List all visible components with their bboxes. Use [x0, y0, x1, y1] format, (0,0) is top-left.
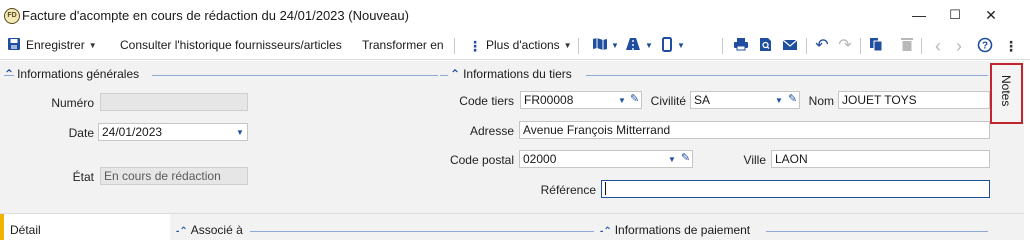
save-button[interactable]: Enregistrer ▼	[26, 38, 97, 52]
date-label: Date	[68, 126, 94, 140]
tab-detail[interactable]: Détail	[0, 214, 170, 240]
section-divider	[440, 75, 448, 76]
notes-tab-label: Notes	[999, 75, 1013, 107]
section-divider	[250, 231, 594, 232]
more-vertical-icon: ⋮	[468, 38, 482, 54]
chevron-down-icon[interactable]: ▼	[775, 96, 783, 105]
print-preview-icon[interactable]	[757, 37, 775, 55]
tab-detail-label: Détail	[10, 223, 41, 237]
date-value: 24/01/2023	[102, 125, 163, 139]
associe-title: Associé à	[190, 223, 243, 237]
civilite-field[interactable]: SA	[690, 91, 800, 109]
right-edge	[1024, 61, 1030, 240]
delete-icon[interactable]	[898, 37, 916, 55]
toolbar-separator	[722, 38, 723, 54]
civilite-label: Civilité	[650, 94, 686, 108]
save-icon[interactable]	[5, 37, 23, 55]
adresse-label: Adresse	[469, 124, 514, 138]
etat-field[interactable]: En cours de rédaction	[100, 167, 248, 185]
toolbar-separator	[806, 38, 807, 54]
general-section-title: Informations générales	[17, 67, 140, 81]
date-field[interactable]: 24/01/2023	[98, 123, 248, 141]
svg-text:?: ?	[982, 41, 988, 52]
tiers-section-header[interactable]: ⌃ Informations du tiers	[450, 67, 572, 81]
window-title: Facture d'acompte en cours de rédaction …	[22, 8, 409, 23]
chevron-down-icon[interactable]: ▼	[672, 37, 690, 55]
chevron-down-icon[interactable]: ▼	[618, 96, 626, 105]
undo-icon[interactable]: ↶	[813, 37, 831, 55]
section-divider	[586, 75, 988, 76]
previous-icon[interactable]: ‹	[929, 37, 947, 55]
ville-label: Ville	[743, 153, 766, 167]
reference-label: Référence	[540, 183, 596, 197]
chevron-down-icon[interactable]: ▼	[236, 128, 244, 137]
maximize-button[interactable]: ☐	[940, 4, 970, 26]
redo-icon[interactable]: ↷	[836, 37, 854, 55]
toolbar-separator	[860, 38, 861, 54]
left-panel: Détail	[0, 213, 170, 240]
chevron-down-icon[interactable]: ▼	[640, 37, 658, 55]
menu-vertical-icon[interactable]: ⋮	[1002, 37, 1020, 55]
more-actions-button[interactable]: Plus d'actions ▼	[486, 38, 572, 52]
title-bar: FD Facture d'acompte en cours de rédacti…	[0, 0, 1030, 32]
reference-field[interactable]	[601, 180, 990, 198]
chevron-down-icon[interactable]: ▼	[606, 37, 624, 55]
code-postal-field[interactable]: 02000	[519, 150, 693, 168]
code-postal-value: 02000	[523, 152, 557, 166]
toolbar-separator	[454, 38, 455, 54]
code-tiers-label: Code tiers	[459, 94, 514, 108]
civilite-value: SA	[694, 93, 711, 107]
edit-pencil-icon[interactable]: ✎	[681, 151, 690, 164]
text-cursor	[605, 182, 606, 195]
section-divider	[4, 75, 14, 76]
section-divider	[152, 75, 438, 76]
chevron-down-icon[interactable]: ▼	[668, 155, 676, 164]
general-section-header[interactable]: ⌃ Informations générales	[4, 67, 139, 81]
code-postal-label: Code postal	[449, 153, 514, 167]
next-icon[interactable]: ›	[950, 37, 968, 55]
numero-field[interactable]	[100, 93, 248, 111]
copy-icon[interactable]	[867, 37, 885, 55]
nom-field[interactable]: JOUET TOYS	[838, 91, 990, 109]
edit-pencil-icon[interactable]: ✎	[630, 92, 639, 105]
toolbar: Enregistrer ▼ Consulter l'historique four…	[0, 32, 1030, 60]
print-icon[interactable]	[732, 37, 750, 55]
etat-label: État	[72, 170, 94, 184]
chevron-up-icon: -⌃	[176, 226, 188, 237]
chevron-up-icon: ⌃	[4, 67, 15, 81]
help-icon[interactable]: ?	[976, 37, 994, 55]
mail-icon[interactable]	[781, 37, 799, 55]
toolbar-separator	[921, 38, 922, 54]
nom-label: Nom	[808, 94, 834, 108]
app-icon: FD	[4, 8, 20, 24]
chevron-down-icon: ▼	[88, 41, 97, 50]
history-button[interactable]: Consulter l'historique fournisseurs/arti…	[120, 38, 342, 52]
ville-field[interactable]: LAON	[771, 150, 990, 168]
code-tiers-value: FR00008	[524, 93, 574, 107]
notes-side-tab[interactable]: Notes	[990, 63, 1023, 124]
more-actions-label: Plus d'actions	[486, 38, 560, 52]
close-button[interactable]: ✕	[976, 4, 1006, 26]
section-divider	[766, 231, 988, 232]
chevron-up-icon: ⌃	[450, 67, 461, 81]
paiement-title: Informations de paiement	[614, 223, 751, 237]
chevron-down-icon: ▼	[563, 41, 572, 50]
associe-section-header[interactable]: -⌃ Associé à	[176, 223, 243, 237]
adresse-field[interactable]: Avenue François Mitterrand	[519, 121, 990, 139]
numero-label: Numéro	[51, 96, 94, 110]
edit-pencil-icon[interactable]: ✎	[788, 92, 797, 105]
toolbar-separator	[578, 38, 579, 54]
transform-button[interactable]: Transformer en	[362, 38, 444, 52]
minimize-button[interactable]: —	[904, 4, 934, 26]
tiers-section-title: Informations du tiers	[463, 67, 572, 81]
chevron-up-icon: -⌃	[600, 226, 612, 237]
paiement-section-header[interactable]: -⌃ Informations de paiement	[600, 223, 750, 237]
save-label: Enregistrer	[26, 38, 85, 52]
